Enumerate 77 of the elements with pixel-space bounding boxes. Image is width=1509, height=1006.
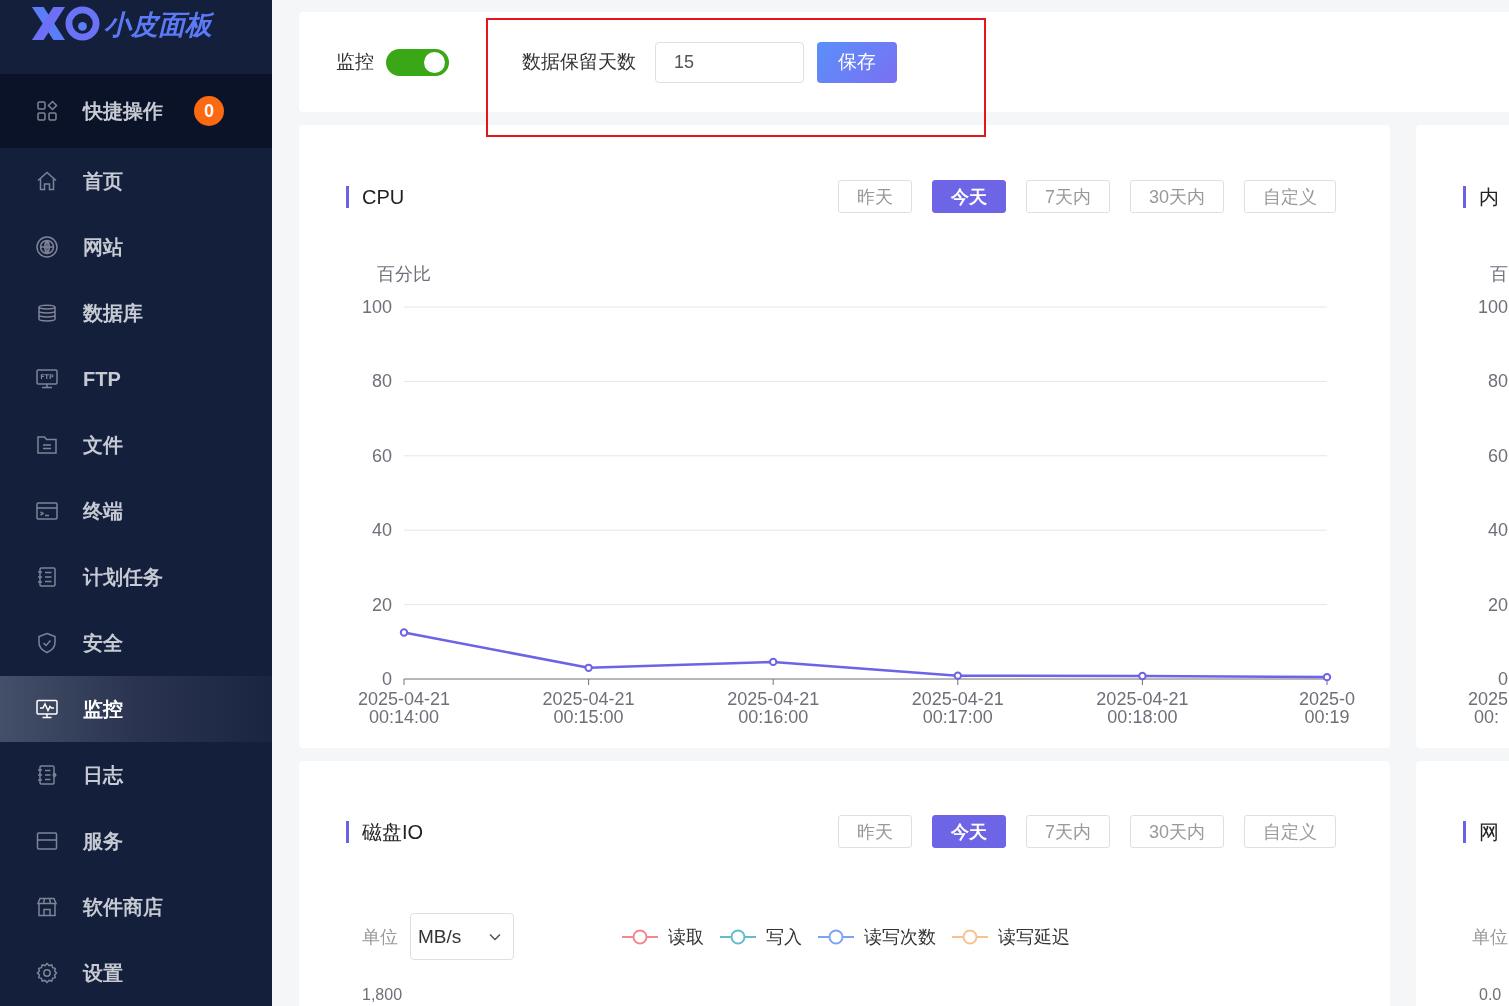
retention-label: 数据保留天数 (522, 50, 636, 74)
range-tab[interactable]: 今天 (931, 815, 1006, 848)
legend-item[interactable]: 写入 (720, 924, 802, 949)
sidebar-item[interactable]: 终端 (0, 478, 272, 544)
shield-icon (35, 631, 59, 655)
y-tick-label: 40 (371, 520, 392, 541)
y-tick-label: 100 (361, 297, 392, 317)
logo-text: 小皮面板 (104, 9, 212, 41)
y-tick-label: 60 (1487, 445, 1508, 466)
unit-select[interactable]: MB/s (410, 913, 514, 960)
data-point (399, 628, 409, 637)
sidebar-item[interactable]: 安全 (0, 610, 272, 676)
folder-icon (35, 433, 59, 457)
sidebar-item[interactable]: 计划任务 (0, 544, 272, 610)
data-point (584, 663, 593, 673)
sidebar-item[interactable]: 设置 (0, 940, 272, 1006)
panel-title: 内 (1463, 185, 1499, 208)
y-tick-label: 80 (1487, 371, 1508, 392)
store-icon (35, 895, 59, 919)
panel-title: 网 (1463, 820, 1499, 843)
y-tick-label: 0 (382, 669, 392, 689)
data-point (1322, 672, 1332, 682)
y-axis-title: 百 (1490, 264, 1508, 284)
apps-icon (35, 99, 59, 123)
data-point (1138, 671, 1147, 681)
monitor-label: 监控 (336, 50, 374, 74)
notebook-icon (35, 763, 59, 787)
sidebar-item[interactable]: 数据库 (0, 280, 272, 346)
chevron-icon (489, 932, 501, 941)
logo-icon (30, 5, 100, 42)
settings-icon (35, 961, 59, 985)
pulse-monitor-icon (35, 697, 59, 721)
y-tick-label: 20 (371, 594, 392, 615)
terminal-icon (35, 499, 59, 523)
sidebar-item[interactable]: 快捷操作 0 (0, 74, 272, 148)
sidebar-item[interactable]: 监控 (0, 676, 272, 742)
data-point (953, 671, 962, 680)
legend-item[interactable]: 读写延迟 (952, 924, 1070, 949)
x-tick-label: 2025-04-21 00:16:00 (727, 689, 820, 727)
panel-title: 磁盘IO (346, 820, 424, 843)
y-tick-label: 1,800 (362, 986, 403, 1003)
x-tick-label: 2025 00: (1468, 689, 1509, 727)
save-button[interactable]: 保存 (817, 41, 897, 83)
list-icon (35, 565, 59, 589)
y-tick-label: 0.0 (1479, 986, 1502, 1003)
globe-icon (35, 235, 59, 259)
count-badge: 0 (194, 96, 224, 126)
home-icon (35, 169, 59, 193)
y-tick-label: 60 (371, 445, 392, 466)
x-tick-label: 2025-04-21 00:14:00 (357, 689, 451, 727)
x-tick-label: 2025-04-21 00:15:00 (542, 689, 635, 727)
sidebar-item[interactable]: 软件商店 (0, 874, 272, 940)
x-tick-label: 2025-0 00:19 (1298, 689, 1356, 727)
sidebar-item[interactable]: 文件 (0, 412, 272, 478)
database-icon (35, 301, 59, 325)
y-tick-label: 40 (1487, 520, 1508, 541)
legend-item[interactable]: 读取 (622, 924, 704, 949)
range-tab[interactable]: 今天 (931, 180, 1006, 213)
window-icon (35, 829, 59, 853)
retention-input[interactable]: 15 (655, 41, 804, 83)
y-tick-label: 0 (1498, 669, 1508, 689)
y-axis-title: 百分比 (377, 264, 431, 284)
unit-label: 单位 (1472, 925, 1508, 949)
sidebar-item[interactable]: 首页 (0, 148, 272, 214)
legend-item[interactable]: 读写次数 (818, 924, 936, 949)
data-point (769, 657, 778, 667)
y-tick-label: 20 (1487, 594, 1508, 615)
x-tick-label: 2025-04-21 00:17:00 (911, 689, 1004, 727)
y-tick-label: 80 (371, 371, 392, 392)
panel-title: CPU (346, 185, 405, 208)
sidebar-item[interactable]: 网站 (0, 214, 272, 280)
monitor-toggle[interactable] (386, 48, 449, 76)
y-tick-label: 100 (1477, 297, 1508, 317)
sidebar-item[interactable]: 日志 (0, 742, 272, 808)
x-tick-label: 2025-04-21 00:18:00 (1096, 689, 1189, 727)
unit-label: 单位 (362, 925, 398, 949)
sidebar-item[interactable]: 服务 (0, 808, 272, 874)
